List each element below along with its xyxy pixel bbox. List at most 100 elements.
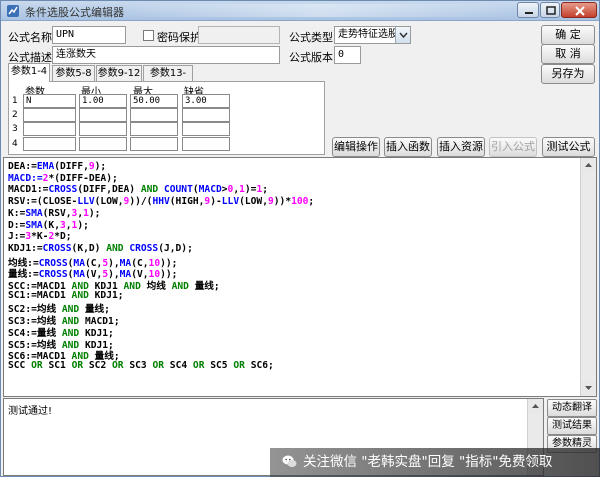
password-input[interactable] bbox=[198, 26, 280, 44]
param-default-cell[interactable]: 3.00 bbox=[182, 94, 230, 108]
insert-function-button[interactable]: 插入函数 bbox=[384, 137, 432, 157]
formula-name-input[interactable]: UPN bbox=[52, 26, 126, 44]
param-row-number: 2 bbox=[12, 110, 18, 120]
import-formula-button[interactable]: 引入公式 bbox=[489, 137, 537, 157]
test-result-button[interactable]: 测试结果 bbox=[547, 417, 597, 435]
code-token: J:= bbox=[8, 231, 26, 243]
code-token: SCC bbox=[8, 359, 32, 371]
param-default-cell[interactable] bbox=[182, 137, 230, 151]
dynamic-translate-button[interactable]: 动态翻译 bbox=[547, 399, 597, 417]
scroll-down-arrow-icon[interactable] bbox=[581, 380, 596, 395]
maximize-icon bbox=[546, 6, 556, 15]
close-icon bbox=[575, 6, 585, 16]
code-token: (DIFF, bbox=[54, 161, 89, 172]
code-token: HHV bbox=[152, 196, 170, 208]
editor-vertical-scrollbar[interactable] bbox=[580, 158, 596, 396]
code-token: SC3 bbox=[123, 359, 153, 371]
param-name-cell[interactable]: N bbox=[23, 94, 76, 108]
code-token: RSV:= bbox=[8, 196, 37, 208]
watermark-text: 关注微信 "老韩实盘"回复 "指标"免费领取 bbox=[303, 454, 553, 470]
param-min-cell[interactable]: 1.00 bbox=[79, 94, 127, 108]
formula-type-value: 走势特征选股 bbox=[338, 29, 398, 40]
param-min-cell[interactable] bbox=[79, 108, 127, 122]
scroll-up-arrow-icon[interactable] bbox=[528, 399, 543, 414]
param-default-cell[interactable] bbox=[182, 108, 230, 122]
code-token: (DIFF,DEA) bbox=[77, 184, 141, 196]
code-token: ); bbox=[88, 207, 101, 219]
code-token: ))* bbox=[273, 196, 292, 208]
save-as-button[interactable]: 另存为 bbox=[541, 64, 595, 84]
param-max-cell[interactable]: 50.00 bbox=[130, 94, 178, 108]
code-token: DEA:= bbox=[8, 161, 37, 172]
formula-desc-input[interactable]: 连涨数天 bbox=[52, 46, 280, 64]
tab-params-5-8[interactable]: 参数5-8 bbox=[52, 65, 95, 81]
tab-params-13-16[interactable]: 参数13-16 bbox=[143, 65, 193, 94]
param-min-cell[interactable] bbox=[79, 137, 127, 151]
insert-resource-button[interactable]: 插入资源 bbox=[437, 137, 485, 157]
close-button[interactable] bbox=[561, 2, 597, 18]
formula-version-input[interactable]: 0 bbox=[334, 46, 361, 64]
minimize-button[interactable] bbox=[517, 2, 539, 18]
code-token: KDJ1:= bbox=[8, 242, 43, 254]
code-token: OR bbox=[152, 359, 165, 371]
wechat-watermark: 关注微信 "老韩实盘"回复 "指标"免费领取 bbox=[270, 448, 600, 477]
params-panel: 参数 最小 最大 缺省 1 N 1.00 50.00 3.00 2 3 4 bbox=[8, 81, 325, 155]
code-token: COUNT bbox=[163, 184, 193, 196]
code-token: ); bbox=[94, 161, 107, 172]
edit-operations-button[interactable]: 编辑操作 bbox=[332, 137, 380, 157]
param-max-cell[interactable] bbox=[130, 108, 178, 122]
code-token: KDJ1; bbox=[88, 289, 124, 301]
code-token: OR bbox=[233, 359, 245, 371]
code-token: OR bbox=[112, 359, 124, 371]
window-title: 条件选股公式编辑器 bbox=[25, 6, 124, 19]
password-label: 密码保护 bbox=[157, 31, 201, 44]
wechat-icon bbox=[282, 451, 297, 468]
code-token: SMA bbox=[25, 219, 43, 231]
code-token: (LOW, bbox=[239, 196, 268, 208]
code-line: SC1:=MACD1 AND KDJ1; bbox=[8, 290, 124, 301]
maximize-button[interactable] bbox=[540, 2, 560, 18]
param-row-number: 1 bbox=[12, 96, 18, 106]
code-token: AND bbox=[140, 184, 159, 196]
code-line: RSV:=(CLOSE-LLV(LOW,9))/(HHV(HIGH,9)-LLV… bbox=[8, 196, 314, 207]
code-token: 100 bbox=[291, 196, 309, 208]
code-token: AND bbox=[171, 281, 189, 292]
code-line: J:=3*K-2*D; bbox=[8, 231, 72, 242]
param-name-cell[interactable] bbox=[23, 108, 76, 122]
param-row-number: 4 bbox=[12, 139, 18, 149]
code-token: )- bbox=[210, 196, 222, 208]
scroll-up-arrow-icon[interactable] bbox=[581, 158, 596, 173]
param-max-cell[interactable] bbox=[130, 137, 178, 151]
title-bar[interactable]: 条件选股公式编辑器 bbox=[1, 1, 599, 21]
code-token: (HIGH, bbox=[169, 196, 205, 208]
param-min-cell[interactable] bbox=[79, 122, 127, 136]
param-name-cell[interactable] bbox=[23, 122, 76, 136]
code-token: OR bbox=[192, 359, 205, 371]
code-token: (LOW, bbox=[94, 196, 124, 208]
code-token: SMA bbox=[25, 207, 43, 219]
code-line: KDJ1:=CROSS(K,D) AND CROSS(J,D); bbox=[8, 243, 193, 254]
chevron-down-icon bbox=[395, 27, 410, 43]
tab-params-9-12[interactable]: 参数9-12 bbox=[96, 65, 142, 81]
formula-type-label: 公式类型 bbox=[289, 31, 333, 44]
param-max-cell[interactable] bbox=[130, 122, 178, 136]
code-token: LLV bbox=[221, 196, 240, 208]
password-checkbox[interactable] bbox=[143, 30, 154, 41]
formula-type-select[interactable]: 走势特征选股 bbox=[334, 26, 411, 44]
cancel-button[interactable]: 取 消 bbox=[541, 44, 595, 64]
formula-code-editor[interactable]: DEA:=EMA(DIFF,9); MACD:=2*(DIFF-DEA); MACD… bbox=[3, 157, 597, 397]
param-row-number: 3 bbox=[12, 124, 18, 134]
test-formula-button[interactable]: 测试公式 bbox=[542, 137, 595, 157]
code-token: (RSV, bbox=[42, 207, 72, 219]
code-token: CROSS bbox=[129, 242, 159, 254]
code-token: (K, bbox=[42, 219, 60, 231]
ok-button[interactable]: 确 定 bbox=[541, 25, 595, 45]
formula-version-label: 公式版本 bbox=[289, 51, 333, 64]
code-token: SC6; bbox=[244, 359, 274, 371]
code-token: AND bbox=[123, 281, 141, 292]
test-result-text: 测试通过! bbox=[8, 406, 53, 417]
code-token: AND bbox=[71, 289, 89, 301]
param-name-cell[interactable] bbox=[23, 137, 76, 151]
param-default-cell[interactable] bbox=[182, 122, 230, 136]
tab-params-1-4[interactable]: 参数1-4 bbox=[8, 63, 50, 82]
